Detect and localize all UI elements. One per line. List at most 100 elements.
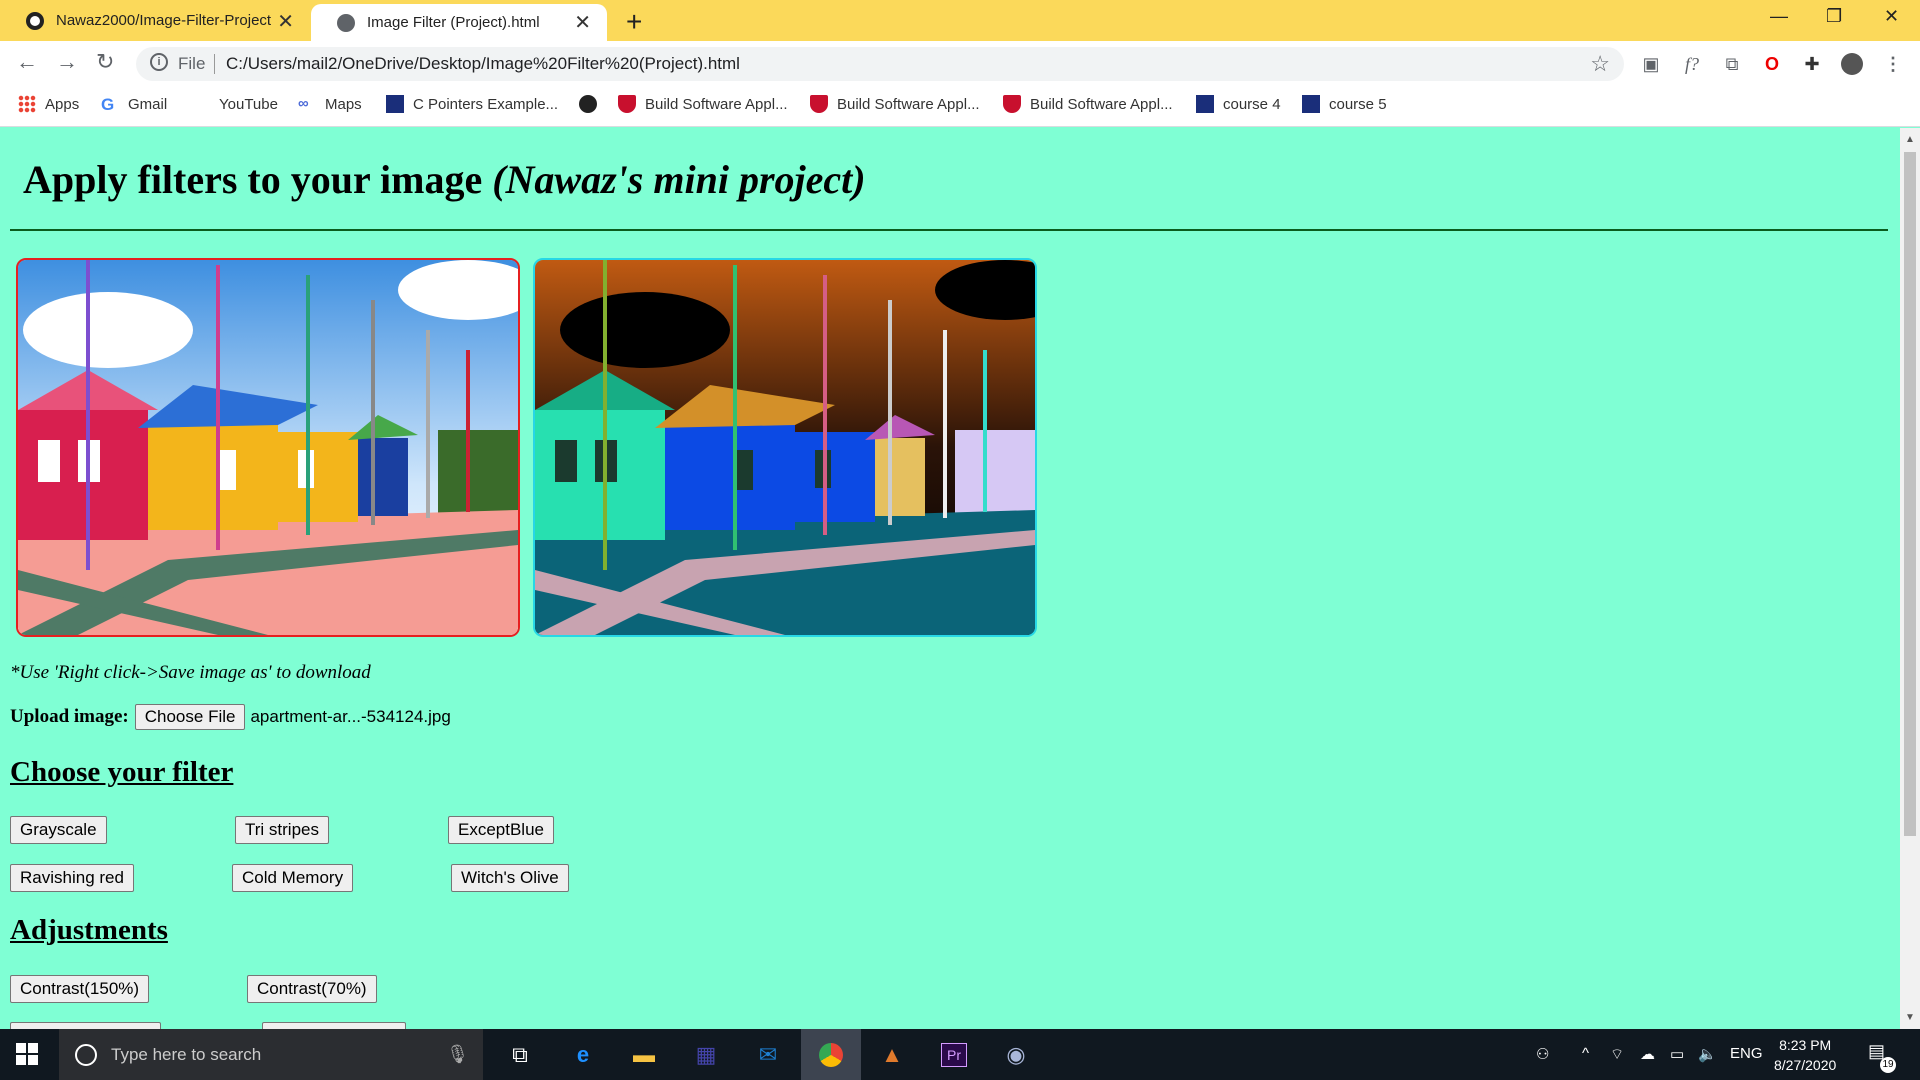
bookmark-label: Apps xyxy=(45,95,80,113)
back-icon[interactable]: ← xyxy=(16,49,38,75)
microphone-icon[interactable]: 🎙 xyxy=(446,1044,469,1065)
battery-icon[interactable]: ▭ xyxy=(1670,1045,1684,1063)
new-tab-icon[interactable]: + xyxy=(626,6,642,38)
address-bar[interactable]: i File C:/Users/mail2/OneDrive/Desktop/I… xyxy=(136,47,1624,81)
url-text[interactable]: C:/Users/mail2/OneDrive/Desktop/Image%20… xyxy=(226,54,740,74)
save-note: *Use 'Right click->Save image as' to dow… xyxy=(10,662,371,683)
bookmark-label: course 4 xyxy=(1223,95,1281,113)
witchs-olive-button[interactable]: Witch's Olive xyxy=(451,864,569,892)
bookmark-build-software-1[interactable]: Build Software Appl... xyxy=(618,95,788,113)
close-tab-icon[interactable]: ✕ xyxy=(574,10,591,35)
bookmark-build-software-3[interactable]: Build Software Appl... xyxy=(1003,95,1173,113)
shield-logo-icon xyxy=(810,95,828,113)
forward-icon[interactable]: → xyxy=(56,49,78,75)
tab-title: Image Filter (Project).html xyxy=(367,14,540,31)
except-blue-button[interactable]: ExceptBlue xyxy=(448,816,554,844)
bookmark-label: Gmail xyxy=(128,95,168,113)
minimize-icon[interactable]: — xyxy=(1770,6,1788,27)
extension-icon[interactable]: ▣ xyxy=(1640,53,1662,75)
apps-grid-icon xyxy=(18,95,36,113)
bookmark-apps[interactable]: Apps xyxy=(18,95,79,113)
mail-icon[interactable]: ✉ xyxy=(738,1029,798,1080)
bookmark-youtube[interactable]: YouTube xyxy=(192,95,278,113)
wifi-icon[interactable]: ⌔ xyxy=(1610,1045,1624,1064)
filtered-image[interactable] xyxy=(533,258,1037,637)
chrome-icon[interactable] xyxy=(801,1029,861,1080)
cloud-icon[interactable]: ☁ xyxy=(1640,1045,1655,1063)
bookmark-c-pointers[interactable]: C Pointers Example... xyxy=(386,95,558,113)
horizontal-rule xyxy=(10,229,1888,231)
grayscale-button[interactable]: Grayscale xyxy=(10,816,107,844)
filtered-image-canvas xyxy=(535,260,1035,635)
profile-avatar[interactable] xyxy=(1841,53,1863,75)
scroll-thumb[interactable] xyxy=(1904,152,1916,836)
original-image[interactable] xyxy=(16,258,520,637)
reload-icon[interactable]: ↻ xyxy=(96,49,114,75)
contrast-150-button[interactable]: Contrast(150%) xyxy=(10,975,150,1003)
ravishing-red-button[interactable]: Ravishing red xyxy=(10,864,134,892)
opera-icon[interactable]: O xyxy=(1761,53,1783,75)
info-icon[interactable]: i xyxy=(150,53,168,71)
search-placeholder: Type here to search xyxy=(111,1044,262,1064)
globe-icon xyxy=(579,95,597,113)
bookmark-course-5[interactable]: course 5 xyxy=(1302,95,1387,113)
taskbar: Type here to search 🎙 ⧉ e ▬ ▦ ✉ ▲ Pr ◉ ⚇… xyxy=(0,1029,1920,1080)
bookmark-course-4[interactable]: course 4 xyxy=(1196,95,1281,113)
close-tab-icon[interactable]: ✕ xyxy=(277,9,294,34)
bookmark-star-icon[interactable]: ☆ xyxy=(1590,51,1610,77)
title-main: Apply filters to your image xyxy=(23,157,493,202)
bookmark-gmail[interactable]: G Gmail xyxy=(101,95,168,114)
vertical-scrollbar[interactable]: ▲ ▼ xyxy=(1900,128,1920,1029)
tab-image-filter[interactable]: Image Filter (Project).html ✕ xyxy=(311,4,607,41)
youtube-icon xyxy=(192,95,210,113)
partial-button[interactable] xyxy=(262,1022,406,1029)
divider xyxy=(214,54,215,74)
search-icon xyxy=(75,1043,97,1066)
language-indicator[interactable]: ENG xyxy=(1730,1045,1763,1062)
bookmark-label: YouTube xyxy=(219,95,278,113)
extensions-puzzle-icon[interactable]: ✚ xyxy=(1801,53,1823,75)
upload-row: Upload image: Choose File apartment-ar..… xyxy=(10,704,451,730)
bookmark-build-software-2[interactable]: Build Software Appl... xyxy=(810,95,980,113)
tab-github[interactable]: Nawaz2000/Image-Filter-Project ✕ xyxy=(0,0,310,41)
tri-stripes-button[interactable]: Tri stripes xyxy=(235,816,329,844)
volume-icon[interactable]: 🔈 xyxy=(1698,1045,1717,1063)
windows-start-icon[interactable] xyxy=(16,1043,38,1065)
taskbar-search[interactable]: Type here to search 🎙 xyxy=(59,1029,483,1080)
bookmark-maps[interactable]: ∞ Maps xyxy=(298,95,362,113)
cold-memory-button[interactable]: Cold Memory xyxy=(232,864,354,892)
scroll-down-icon[interactable]: ▼ xyxy=(1905,1012,1915,1023)
edge-icon[interactable]: e xyxy=(553,1029,613,1080)
formula-extension-icon[interactable]: f? xyxy=(1681,53,1703,75)
restore-icon[interactable]: ❐ xyxy=(1826,6,1842,27)
eclipse-icon[interactable]: ◉ xyxy=(986,1029,1046,1080)
github-icon xyxy=(26,11,44,30)
bookmark-label: Build Software Appl... xyxy=(645,95,788,113)
close-window-icon[interactable]: ✕ xyxy=(1884,6,1899,27)
bookmarks-bar: Apps G Gmail YouTube ∞ Maps C Pointers E… xyxy=(0,87,1920,127)
partial-button[interactable] xyxy=(10,1022,161,1029)
page-title: Apply filters to your image (Nawaz's min… xyxy=(23,156,866,203)
matlab-icon[interactable]: ▲ xyxy=(862,1029,922,1080)
filters-heading: Choose your filter xyxy=(10,756,234,788)
store-icon[interactable]: ▦ xyxy=(676,1029,736,1080)
site-logo-icon xyxy=(1302,95,1320,113)
page-content: Apply filters to your image (Nawaz's min… xyxy=(0,128,1900,1029)
bookmark-label: C Pointers Example... xyxy=(413,95,559,113)
task-view-icon[interactable]: ⧉ xyxy=(490,1029,550,1080)
file-explorer-icon[interactable]: ▬ xyxy=(614,1029,674,1080)
show-hidden-icons-chevron[interactable]: ^ xyxy=(1582,1045,1589,1062)
title-italic: (Nawaz's mini project) xyxy=(492,157,866,202)
choose-file-button[interactable]: Choose File xyxy=(134,704,246,730)
menu-icon[interactable]: ⋮ xyxy=(1882,53,1904,75)
browser-toolbar: ← → ↻ i File C:/Users/mail2/OneDrive/Des… xyxy=(0,41,1920,87)
scheme-label: File xyxy=(178,54,206,73)
premiere-icon[interactable]: Pr xyxy=(924,1029,984,1080)
clock[interactable]: 8:23 PM 8/27/2020 xyxy=(1774,1035,1836,1075)
scroll-up-icon[interactable]: ▲ xyxy=(1905,134,1915,145)
contrast-70-button[interactable]: Contrast(70%) xyxy=(247,975,377,1003)
cast-icon[interactable]: ⧉ xyxy=(1721,53,1743,75)
people-icon[interactable]: ⚇ xyxy=(1536,1045,1549,1063)
globe-bookmark-icon[interactable] xyxy=(579,95,606,113)
adjustments-heading: Adjustments xyxy=(10,914,168,946)
